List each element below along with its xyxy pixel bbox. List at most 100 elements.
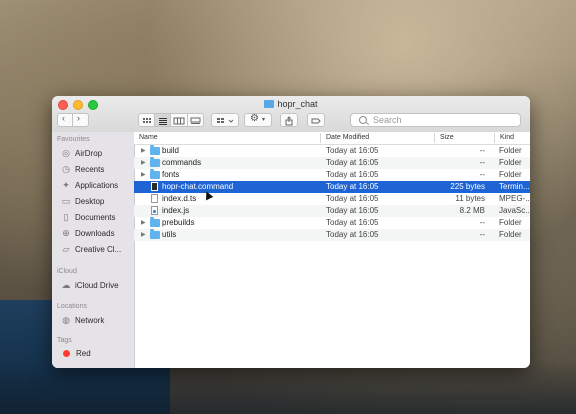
file-kind: MPEG-...	[499, 194, 530, 203]
file-list: Name Date Modified Size Kind ▶ build Tod…	[134, 132, 530, 368]
file-date: Today at 16:05	[326, 230, 379, 239]
gallery-icon	[190, 117, 201, 124]
sidebar-item-applications[interactable]: ✦ Applications	[61, 180, 118, 190]
file-name: prebuilds	[162, 218, 195, 227]
column-size[interactable]: Size	[440, 134, 454, 141]
red-tag-dot-icon	[63, 350, 70, 357]
file-date: Today at 16:05	[326, 158, 379, 167]
clock-icon: ◷	[62, 164, 70, 174]
back-button[interactable]: ‹	[58, 113, 73, 126]
sidebar-heading-favourites: Favourites	[57, 136, 90, 143]
sidebar-item-airdrop[interactable]: ◎ AirDrop	[61, 148, 102, 158]
disclosure-triangle-icon[interactable]: ▶	[141, 231, 146, 238]
cloud-icon: ☁	[61, 280, 71, 290]
columns-icon	[173, 117, 185, 125]
table-row[interactable]: index.d.ts Today at 16:05 11 bytes MPEG-…	[134, 193, 530, 205]
file-icon	[151, 194, 158, 203]
file-kind: Folder	[499, 218, 522, 227]
table-row-selected[interactable]: hopr-chat.command Today at 16:05 225 byt…	[134, 181, 530, 193]
sidebar-item-label: Downloads	[75, 228, 115, 238]
disclosure-triangle-icon[interactable]: ▶	[141, 159, 146, 166]
sidebar-item-documents[interactable]: ▯ Documents	[61, 212, 116, 222]
folder-icon	[264, 100, 275, 108]
file-name: index.js	[162, 206, 190, 215]
folder-icon	[150, 229, 160, 239]
file-date: Today at 16:05	[326, 170, 379, 179]
table-row[interactable]: index.js Today at 16:05 8.2 MB JavaSc...	[134, 205, 530, 217]
forward-button[interactable]: ›	[73, 113, 88, 126]
file-kind: JavaSc...	[499, 206, 530, 215]
disclosure-triangle-icon[interactable]: ▶	[141, 171, 146, 178]
column-name[interactable]: Name	[139, 134, 158, 141]
sidebar-item-creative-cloud[interactable]: ▱ Creative Cl...	[61, 244, 122, 254]
share-icon	[285, 116, 293, 126]
list-view-button[interactable]	[155, 114, 171, 126]
disclosure-triangle-icon[interactable]: ▶	[141, 147, 146, 154]
file-name: utils	[162, 230, 177, 239]
sidebar-item-network[interactable]: ◍ Network	[61, 315, 104, 325]
sidebar-item-recents[interactable]: ◷ Recents	[61, 164, 104, 174]
globe-icon: ◍	[62, 315, 70, 325]
chevron-down-icon: ▾	[262, 117, 266, 123]
wallpaper-shade	[0, 360, 576, 414]
sidebar-item-desktop[interactable]: ▭ Desktop	[61, 196, 105, 206]
tag-icon	[311, 118, 321, 124]
sidebar: Favourites ◎ AirDrop ◷ Recents ✦ Applicatio…	[52, 132, 135, 368]
table-row[interactable]: ▶ utils Today at 16:05 -- Folder	[134, 229, 530, 241]
file-size: 8.2 MB	[459, 206, 485, 215]
column-date-modified[interactable]: Date Modified	[326, 134, 369, 141]
folder-icon	[150, 157, 160, 167]
view-switcher	[138, 113, 204, 127]
file-size: --	[479, 218, 485, 227]
file-name: build	[162, 146, 179, 155]
file-kind: Folder	[499, 230, 522, 239]
desktop-icon: ▭	[61, 196, 71, 206]
gallery-view-button[interactable]	[188, 114, 203, 126]
file-name: index.d.ts	[162, 194, 197, 203]
sidebar-item-icloud-drive[interactable]: ☁ iCloud Drive	[61, 280, 119, 290]
sidebar-item-tag-red[interactable]: Red	[61, 349, 91, 358]
file-size: --	[479, 230, 485, 239]
list-icon	[159, 118, 167, 125]
sidebar-item-label: Network	[75, 315, 105, 325]
applications-icon: ✦	[62, 180, 70, 190]
file-kind: Folder	[499, 170, 522, 179]
file-name: hopr-chat.command	[162, 182, 234, 191]
document-icon: ▯	[63, 212, 69, 222]
nav-buttons: ‹ ›	[57, 113, 89, 127]
file-size: --	[479, 146, 485, 155]
file-date: Today at 16:05	[326, 146, 379, 155]
download-icon: ⊕	[62, 228, 70, 238]
file-kind: Folder	[499, 146, 522, 155]
sidebar-item-label: AirDrop	[75, 148, 103, 158]
gear-icon: ⚙	[250, 113, 259, 124]
action-button[interactable]: ⚙ ▾	[244, 113, 272, 127]
window-title: hopr_chat	[52, 99, 530, 109]
table-row[interactable]: ▶ prebuilds Today at 16:05 -- Folder	[134, 217, 530, 229]
sidebar-item-label: Documents	[75, 212, 116, 222]
column-kind[interactable]: Kind	[500, 134, 514, 141]
search-icon	[359, 116, 367, 124]
sidebar-item-label: iCloud Drive	[75, 280, 119, 290]
table-row[interactable]: ▶ build Today at 16:05 -- Folder	[134, 145, 530, 157]
sidebar-item-label: Desktop	[75, 196, 105, 206]
terminal-exec-icon	[151, 182, 158, 191]
chevron-right-icon: ›	[77, 113, 80, 123]
file-date: Today at 16:05	[326, 218, 379, 227]
title-bar: hopr_chat ‹ › ⚙ ▾ Search	[52, 96, 530, 133]
window-title-text: hopr_chat	[277, 99, 318, 109]
disclosure-triangle-icon[interactable]: ▶	[141, 219, 146, 226]
table-row[interactable]: ▶ commands Today at 16:05 -- Folder	[134, 157, 530, 169]
sidebar-item-label: Applications	[75, 180, 119, 190]
sidebar-item-downloads[interactable]: ⊕ Downloads	[61, 228, 115, 238]
group-button[interactable]	[211, 113, 239, 127]
tags-button[interactable]	[307, 113, 325, 127]
search-field[interactable]: Search	[350, 113, 521, 127]
icon-view-button[interactable]	[139, 114, 155, 126]
column-view-button[interactable]	[171, 114, 188, 126]
file-size: --	[479, 158, 485, 167]
chevron-left-icon: ‹	[62, 113, 65, 123]
file-size: 11 bytes	[455, 194, 485, 203]
table-row[interactable]: ▶ fonts Today at 16:05 -- Folder	[134, 169, 530, 181]
share-button[interactable]	[280, 113, 298, 127]
